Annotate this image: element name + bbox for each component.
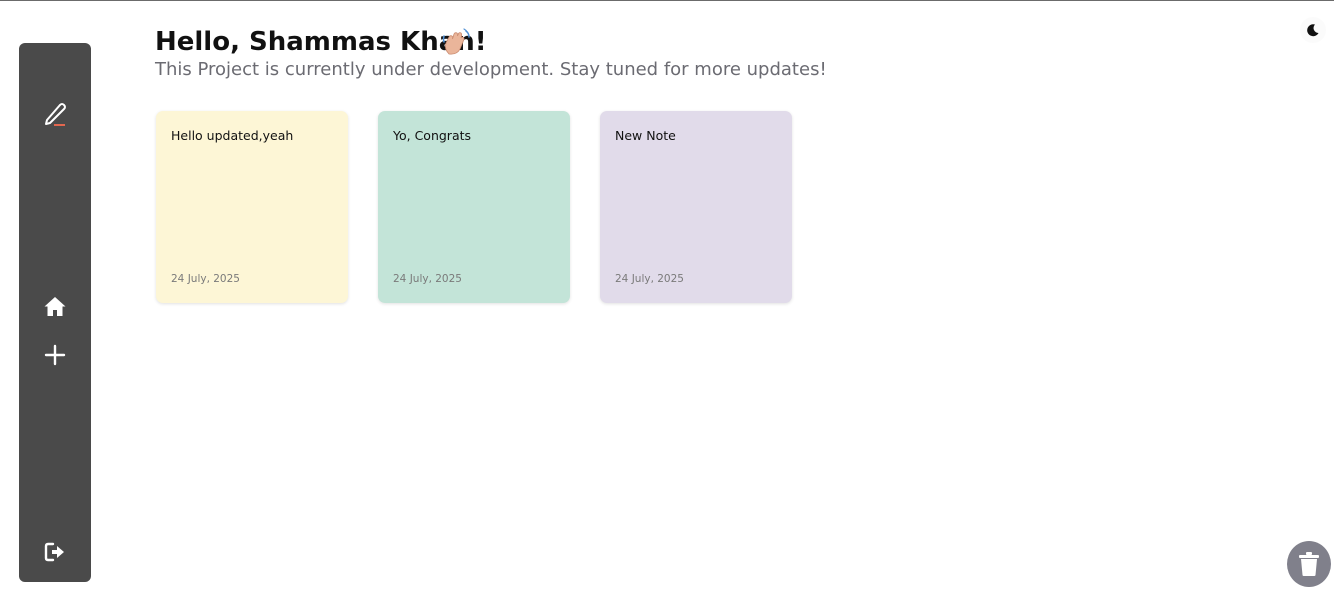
top-border	[0, 0, 1334, 1]
trash-button[interactable]	[1287, 541, 1331, 587]
page-subtitle: This Project is currently under developm…	[155, 59, 827, 80]
app-logo[interactable]	[19, 95, 91, 131]
sidebar	[19, 43, 91, 582]
note-date: 24 July, 2025	[615, 273, 684, 285]
note-date: 24 July, 2025	[171, 273, 240, 285]
note-title: Yo, Congrats	[393, 128, 472, 143]
sidebar-item-home[interactable]	[19, 289, 91, 325]
plus-icon	[44, 344, 66, 366]
note-title: New Note	[615, 128, 676, 143]
note-date: 24 July, 2025	[393, 273, 462, 285]
pencil-icon	[45, 103, 66, 126]
note-card[interactable]: Hello updated,yeah 24 July, 2025	[156, 111, 348, 303]
sidebar-item-logout[interactable]	[19, 534, 91, 570]
note-card[interactable]: Yo, Congrats 24 July, 2025	[378, 111, 570, 303]
waving-hand-icon	[442, 28, 470, 55]
note-title: Hello updated,yeah	[171, 128, 294, 143]
home-icon	[44, 297, 66, 316]
trash-icon	[1299, 552, 1319, 576]
note-card[interactable]: New Note 24 July, 2025	[600, 111, 792, 303]
moon-icon	[1307, 24, 1319, 37]
logout-icon	[44, 542, 64, 562]
theme-toggle-button[interactable]	[1300, 17, 1326, 43]
page-title: Hello, Shammas Khan!	[155, 27, 487, 57]
sidebar-item-add-note[interactable]	[19, 337, 91, 373]
